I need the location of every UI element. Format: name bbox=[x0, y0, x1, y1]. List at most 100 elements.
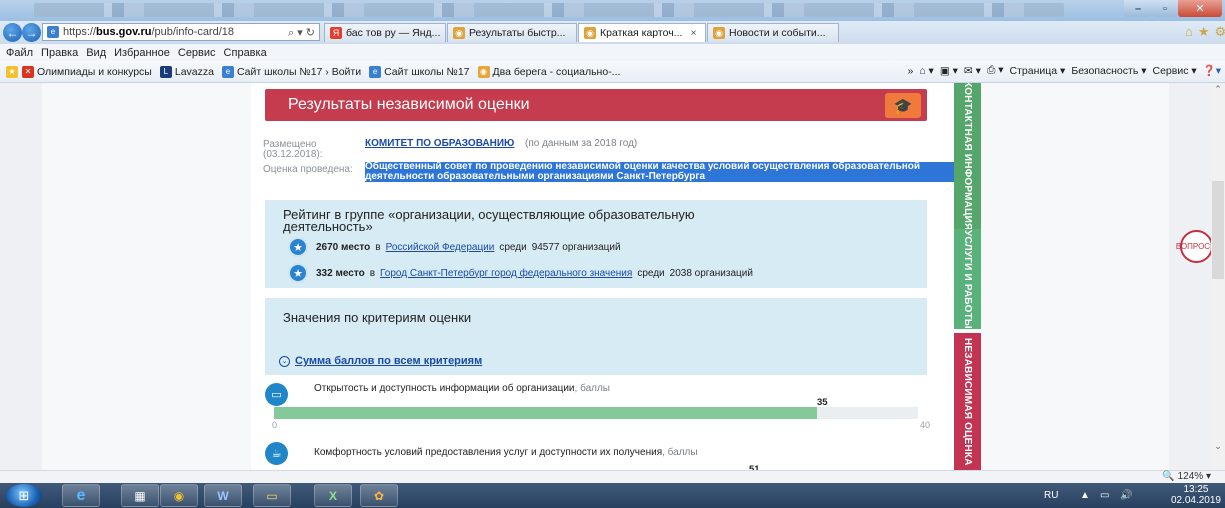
site-favicon-icon: e bbox=[47, 26, 59, 38]
scroll-down-icon[interactable]: ⌄ bbox=[1212, 441, 1224, 453]
forward-icon[interactable]: → bbox=[22, 23, 41, 42]
tab-close-icon[interactable]: × bbox=[690, 27, 696, 39]
menu-security[interactable]: Безопасность ▾ bbox=[1071, 65, 1146, 77]
menu-edit[interactable]: Правка bbox=[41, 47, 78, 59]
fav-label: Lavazza bbox=[174, 65, 214, 78]
fav-item[interactable]: ◉ Два берега - социально-... bbox=[477, 65, 620, 78]
criterion-unit: , баллы bbox=[662, 447, 698, 458]
menu-favorites[interactable]: Избранное bbox=[114, 47, 170, 59]
tab-yandex[interactable]: Я бас тов ру — Янд... bbox=[324, 23, 446, 42]
back-icon[interactable]: ← bbox=[3, 23, 22, 42]
assessed-label: Оценка проведена: bbox=[263, 164, 353, 175]
folder-taskbar-icon[interactable]: ▭ bbox=[253, 484, 291, 507]
posted-org-link[interactable]: КОМИТЕТ ПО ОБРАЗОВАНИЮ bbox=[365, 138, 514, 149]
fav-item[interactable]: e Сайт школы №17 bbox=[369, 65, 470, 78]
tray-arrow-icon[interactable]: ▲ bbox=[1080, 483, 1090, 508]
rank-place: 2670 место bbox=[316, 241, 371, 253]
posted-label: Размещено (03.12.2018): bbox=[263, 139, 323, 160]
tray-language[interactable]: RU bbox=[1044, 483, 1058, 508]
start-button[interactable]: ⊞ bbox=[6, 484, 42, 507]
maximize-button[interactable]: ▫ bbox=[1152, 0, 1178, 17]
chevron-down-icon: ⌄ bbox=[279, 355, 290, 367]
star-icon[interactable]: ★ bbox=[1198, 24, 1210, 40]
criterion-bar-track bbox=[274, 407, 918, 419]
mail-icon[interactable]: ✉ ▾ bbox=[964, 65, 981, 77]
tab-label: Краткая карточ... bbox=[600, 27, 683, 39]
home-icon[interactable]: ⌂ bbox=[1185, 24, 1193, 40]
chevron-icon[interactable]: » bbox=[907, 65, 913, 77]
fav-item[interactable]: e Сайт школы №17 › Войти bbox=[221, 65, 362, 78]
criteria-sum-toggle[interactable]: ⌄ Сумма баллов по всем критериям bbox=[279, 355, 482, 367]
scrollbar-thumb[interactable] bbox=[1212, 181, 1224, 279]
assessor-link[interactable]: Общественный совет по проведению независ… bbox=[365, 162, 955, 182]
axis-max: 40 bbox=[920, 420, 931, 430]
tab-card[interactable]: ◉ Краткая карточ... × bbox=[578, 23, 706, 42]
site-icon: ◉ bbox=[713, 27, 725, 39]
window-titlebar: – ▫ ✕ bbox=[0, 0, 1225, 21]
tab-news[interactable]: ◉ Новости и событи... bbox=[707, 23, 839, 42]
rank-region-link[interactable]: Российской Федерации bbox=[386, 242, 495, 253]
rank-among: среди bbox=[637, 267, 665, 279]
minimize-button[interactable]: – bbox=[1124, 0, 1152, 17]
menu-tools[interactable]: Сервис bbox=[178, 47, 216, 59]
criterion-name: Комфортность условий предоставления услу… bbox=[314, 447, 663, 458]
paint-taskbar-icon[interactable]: ✿ bbox=[360, 484, 398, 507]
tab-services[interactable]: УСЛУГИ И РАБОТЫ bbox=[954, 229, 981, 329]
criterion-label: Комфортность условий предоставления услу… bbox=[314, 447, 698, 458]
graduation-cap-icon: 🎓 bbox=[885, 93, 921, 118]
address-bar[interactable]: e https://bus.gov.ru/pub/info-card/18 ⌕ … bbox=[42, 23, 320, 41]
menu-page[interactable]: Страница ▾ bbox=[1010, 65, 1066, 77]
site-icon: ◉ bbox=[453, 27, 465, 39]
olympiad-icon: ✕ bbox=[22, 65, 34, 78]
menu-service[interactable]: Сервис ▾ bbox=[1152, 65, 1196, 77]
clock[interactable]: 13:25 02.04.2019 bbox=[1171, 484, 1221, 506]
ie-taskbar-icon[interactable]: e bbox=[62, 484, 100, 507]
status-bar: 🔍 124% ▾ bbox=[0, 470, 1225, 483]
volume-icon[interactable]: 🔊 bbox=[1120, 483, 1132, 508]
chrome-taskbar-icon[interactable]: ◉ bbox=[160, 484, 198, 507]
rank-in: в bbox=[375, 241, 381, 253]
fav-label: Олимпиады и конкурсы bbox=[37, 65, 152, 78]
site-icon: ◉ bbox=[477, 65, 490, 78]
lavazza-icon: L bbox=[159, 65, 172, 78]
left-margin bbox=[0, 83, 42, 470]
menu-view[interactable]: Вид bbox=[86, 47, 106, 59]
scroll-up-icon[interactable]: ⌃ bbox=[1212, 84, 1224, 96]
gear-icon[interactable]: ⚙ bbox=[1215, 24, 1225, 40]
help-icon[interactable]: ❓▾ bbox=[1203, 64, 1221, 77]
criterion-label: Открытость и доступность информации об о… bbox=[314, 383, 610, 394]
criterion-unit: , баллы bbox=[574, 383, 610, 394]
word-taskbar-icon[interactable]: W bbox=[204, 484, 242, 507]
tab-assessment[interactable]: НЕЗАВИСИМАЯ ОЦЕНКА bbox=[954, 333, 981, 470]
fav-item[interactable]: ✕ Олимпиады и конкурсы bbox=[22, 65, 152, 78]
calculator-taskbar-icon[interactable]: ▦ bbox=[121, 484, 159, 507]
menu-file[interactable]: Файл bbox=[6, 47, 33, 59]
close-button[interactable]: ✕ bbox=[1178, 0, 1222, 17]
fav-item[interactable]: L Lavazza bbox=[159, 65, 214, 78]
menu-help[interactable]: Справка bbox=[224, 47, 267, 59]
tab-label: Новости и событи... bbox=[729, 27, 826, 39]
print-icon[interactable]: ⎙ ▾ bbox=[987, 64, 1004, 77]
address-url: https://bus.gov.ru/pub/info-card/18 bbox=[63, 26, 235, 38]
rank-place: 332 место bbox=[316, 267, 365, 279]
browser-toolbar-icons: ⌂ ★ ⚙ bbox=[1185, 24, 1225, 40]
monitor-icon: ▭ bbox=[265, 383, 288, 406]
criteria-sum-link[interactable]: Сумма баллов по всем критериям bbox=[295, 355, 482, 367]
home-icon[interactable]: ⌂ ▾ bbox=[919, 65, 934, 77]
excel-taskbar-icon[interactable]: X bbox=[314, 484, 352, 507]
zoom-control[interactable]: 🔍 124% ▾ bbox=[1162, 471, 1211, 482]
star-icon: ★ bbox=[288, 237, 308, 257]
tab-contacts[interactable]: КОНТАКТНАЯ ИНФОРМАЦИЯ bbox=[954, 83, 981, 231]
fav-label: Сайт школы №17 › Войти bbox=[236, 65, 362, 78]
address-row: ← → e https://bus.gov.ru/pub/info-card/1… bbox=[0, 21, 1225, 44]
favorites-star-icon[interactable]: ★ bbox=[6, 65, 18, 78]
help-widget-button[interactable]: ВОПРОСЫ bbox=[1176, 230, 1217, 263]
rank-region-link[interactable]: Город Санкт-Петербург город федерального… bbox=[380, 268, 632, 279]
tab-results[interactable]: ◉ Результаты быстр... bbox=[447, 23, 577, 42]
feeds-icon[interactable]: ▣ ▾ bbox=[940, 65, 958, 77]
command-bar: » ⌂ ▾ ▣ ▾ ✉ ▾ ⎙ ▾ Страница ▾ Безопасност… bbox=[907, 64, 1221, 77]
address-tools[interactable]: ⌕ ▾ ↻ bbox=[288, 26, 315, 40]
criteria-title: Значения по критериям оценки bbox=[283, 310, 472, 325]
criterion-name: Открытость и доступность информации об о… bbox=[314, 383, 575, 394]
network-icon[interactable]: ▭ bbox=[1100, 483, 1109, 508]
